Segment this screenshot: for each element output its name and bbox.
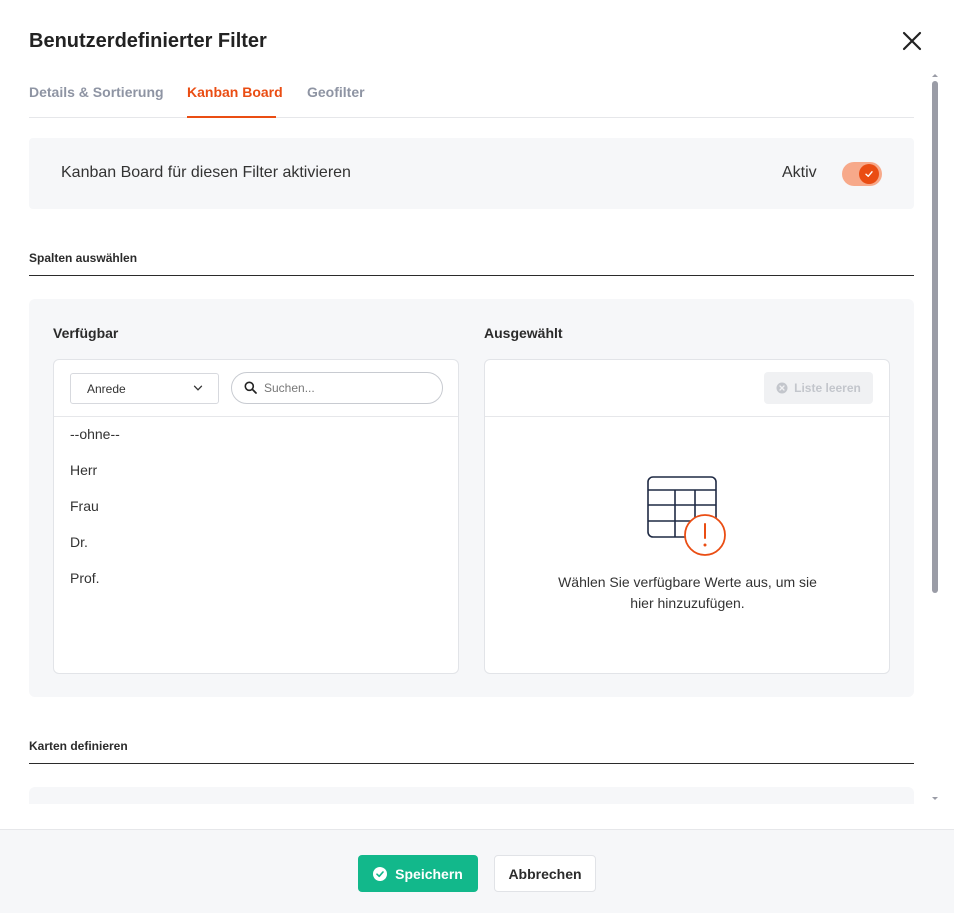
available-values-list: --ohne-- Herr Frau Dr. Prof. [70,426,120,606]
list-item[interactable]: Herr [70,462,120,498]
save-button[interactable]: Speichern [358,855,478,892]
empty-state-line-1: Wählen Sie verfügbare Werte aus, um sie [558,574,817,590]
clear-list-button[interactable]: Liste leeren [764,372,873,404]
dialog-title: Benutzerdefinierter Filter [29,30,267,52]
scrollbar[interactable] [928,74,942,804]
kanban-activation-label: Kanban Board für diesen Filter aktiviere… [61,164,351,181]
clear-list-label: Liste leeren [794,381,861,395]
tab-bar: Details & Sortierung Kanban Board Geofil… [29,74,914,118]
list-item[interactable]: Frau [70,498,120,534]
columns-section-title: Spalten auswählen [29,251,914,276]
clear-circle-icon [776,382,788,394]
field-select[interactable]: Anrede [70,373,219,404]
selected-panel-toolbar: Liste leeren [485,360,889,417]
search-field [231,372,443,404]
tab-geofilter[interactable]: Geofilter [307,84,365,100]
selected-heading: Ausgewählt [484,325,563,341]
cancel-button[interactable]: Abbrechen [494,855,596,892]
search-icon [244,381,257,394]
save-label: Speichern [395,865,463,882]
list-item[interactable]: Dr. [70,534,120,570]
selected-values-panel: Liste leeren Wählen Sie verfügbare Werte… [484,359,890,674]
empty-state-line-2: hier hinzuzufügen. [630,595,745,611]
list-item[interactable]: --ohne-- [70,426,120,462]
available-heading: Verfügbar [53,325,119,341]
close-icon[interactable] [899,28,925,54]
check-circle-icon [373,866,388,881]
available-panel-toolbar: Anrede [54,360,458,417]
empty-state-text: Wählen Sie verfügbare Werte aus, um sie … [545,572,830,614]
cards-definition-panel [29,787,914,804]
search-input[interactable] [264,379,434,397]
scroll-up-arrow-icon[interactable] [932,74,938,77]
scrollbar-thumb[interactable] [932,81,938,593]
empty-table-warning-icon [647,476,726,556]
scroll-down-arrow-icon[interactable] [932,797,938,800]
toggle-status-label: Aktiv [782,164,817,181]
active-tab-indicator [187,116,276,118]
dialog-footer: Speichern Abbrechen [0,829,954,913]
check-icon [865,171,873,177]
kanban-activation-panel: Kanban Board für diesen Filter aktiviere… [29,138,914,209]
tab-kanban-board[interactable]: Kanban Board [187,84,283,100]
cards-section-title: Karten definieren [29,739,914,764]
tab-details-sortierung[interactable]: Details & Sortierung [29,84,164,100]
list-item[interactable]: Prof. [70,570,120,606]
kanban-toggle[interactable] [842,162,882,186]
field-select-value: Anrede [87,382,126,396]
available-values-panel: Anrede --ohne-- Herr Frau Dr. Prof. [53,359,459,674]
chevron-down-icon [193,385,203,391]
columns-selection-panel: Verfügbar Ausgewählt Anrede --ohne-- Her… [29,299,914,697]
toggle-knob [859,164,879,184]
